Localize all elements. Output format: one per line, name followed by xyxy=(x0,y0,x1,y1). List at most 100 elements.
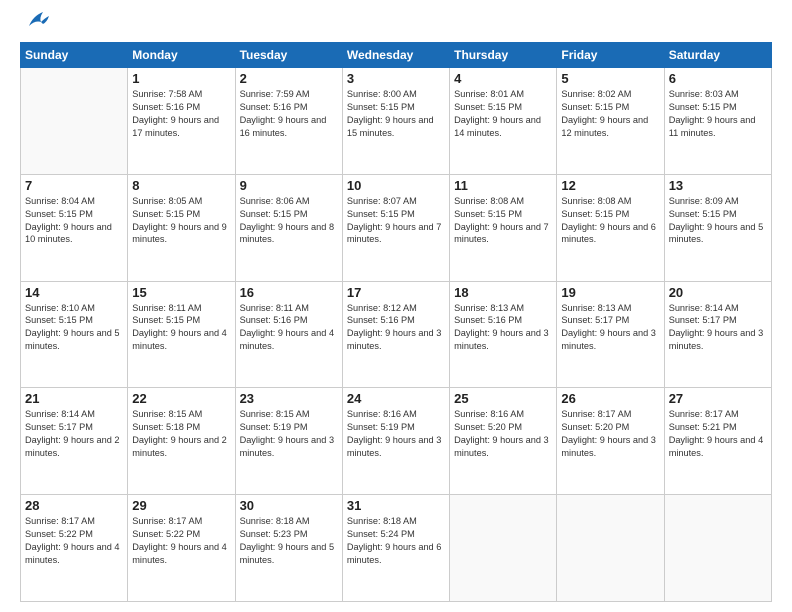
day-number: 19 xyxy=(561,285,659,300)
calendar-cell: 26 Sunrise: 8:17 AM Sunset: 5:20 PM Dayli… xyxy=(557,388,664,495)
day-info: Sunrise: 8:17 AM Sunset: 5:20 PM Dayligh… xyxy=(561,408,659,460)
day-info: Sunrise: 7:59 AM Sunset: 5:16 PM Dayligh… xyxy=(240,88,338,140)
page: SundayMondayTuesdayWednesdayThursdayFrid… xyxy=(0,0,792,612)
day-number: 30 xyxy=(240,498,338,513)
day-info: Sunrise: 8:07 AM Sunset: 5:15 PM Dayligh… xyxy=(347,195,445,247)
calendar-cell: 16 Sunrise: 8:11 AM Sunset: 5:16 PM Dayli… xyxy=(235,281,342,388)
calendar-day-header: Tuesday xyxy=(235,43,342,68)
calendar-cell: 31Sunrise: 8:18 AM Sunset: 5:24 PM Dayli… xyxy=(342,495,449,602)
day-info: Sunrise: 8:14 AM Sunset: 5:17 PM Dayligh… xyxy=(669,302,767,354)
day-number: 8 xyxy=(132,178,230,193)
day-number: 17 xyxy=(347,285,445,300)
day-info: Sunrise: 8:15 AM Sunset: 5:18 PM Dayligh… xyxy=(132,408,230,460)
calendar-day-header: Sunday xyxy=(21,43,128,68)
calendar-cell: 19 Sunrise: 8:13 AM Sunset: 5:17 PM Dayli… xyxy=(557,281,664,388)
day-number: 18 xyxy=(454,285,552,300)
header xyxy=(20,18,772,32)
calendar-cell: 6 Sunrise: 8:03 AM Sunset: 5:15 PM Daylig… xyxy=(664,68,771,175)
calendar-day-header: Friday xyxy=(557,43,664,68)
calendar-cell: 7Sunrise: 8:04 AM Sunset: 5:15 PM Daylig… xyxy=(21,174,128,281)
day-number: 9 xyxy=(240,178,338,193)
day-number: 7 xyxy=(25,178,123,193)
day-info: Sunrise: 8:18 AM Sunset: 5:23 PM Dayligh… xyxy=(240,515,338,567)
day-number: 12 xyxy=(561,178,659,193)
day-number: 11 xyxy=(454,178,552,193)
calendar-cell xyxy=(664,495,771,602)
day-number: 16 xyxy=(240,285,338,300)
logo-bird-icon xyxy=(23,8,51,32)
day-info: Sunrise: 8:14 AM Sunset: 5:17 PM Dayligh… xyxy=(25,408,123,460)
calendar-cell: 29 Sunrise: 8:17 AM Sunset: 5:22 PM Dayli… xyxy=(128,495,235,602)
day-info: Sunrise: 8:08 AM Sunset: 5:15 PM Dayligh… xyxy=(454,195,552,247)
day-number: 3 xyxy=(347,71,445,86)
calendar-cell: 21 Sunrise: 8:14 AM Sunset: 5:17 PM Dayli… xyxy=(21,388,128,495)
calendar-cell: 3Sunrise: 8:00 AM Sunset: 5:15 PM Daylig… xyxy=(342,68,449,175)
day-number: 25 xyxy=(454,391,552,406)
day-number: 22 xyxy=(132,391,230,406)
calendar-week-row: 7Sunrise: 8:04 AM Sunset: 5:15 PM Daylig… xyxy=(21,174,772,281)
day-number: 14 xyxy=(25,285,123,300)
day-info: Sunrise: 8:11 AM Sunset: 5:15 PM Dayligh… xyxy=(132,302,230,354)
day-info: Sunrise: 8:01 AM Sunset: 5:15 PM Dayligh… xyxy=(454,88,552,140)
day-info: Sunrise: 8:17 AM Sunset: 5:21 PM Dayligh… xyxy=(669,408,767,460)
day-number: 28 xyxy=(25,498,123,513)
day-info: Sunrise: 8:15 AM Sunset: 5:19 PM Dayligh… xyxy=(240,408,338,460)
calendar-day-header: Wednesday xyxy=(342,43,449,68)
calendar-cell xyxy=(21,68,128,175)
calendar-cell: 2 Sunrise: 7:59 AM Sunset: 5:16 PM Daylig… xyxy=(235,68,342,175)
calendar-cell xyxy=(557,495,664,602)
day-info: Sunrise: 8:17 AM Sunset: 5:22 PM Dayligh… xyxy=(132,515,230,567)
calendar-cell: 14Sunrise: 8:10 AM Sunset: 5:15 PM Dayli… xyxy=(21,281,128,388)
calendar-header-row: SundayMondayTuesdayWednesdayThursdayFrid… xyxy=(21,43,772,68)
calendar-cell: 13 Sunrise: 8:09 AM Sunset: 5:15 PM Dayli… xyxy=(664,174,771,281)
calendar-cell: 20 Sunrise: 8:14 AM Sunset: 5:17 PM Dayli… xyxy=(664,281,771,388)
calendar-cell: 4 Sunrise: 8:01 AM Sunset: 5:15 PM Daylig… xyxy=(450,68,557,175)
day-info: Sunrise: 8:02 AM Sunset: 5:15 PM Dayligh… xyxy=(561,88,659,140)
calendar-week-row: 14Sunrise: 8:10 AM Sunset: 5:15 PM Dayli… xyxy=(21,281,772,388)
day-number: 20 xyxy=(669,285,767,300)
day-number: 27 xyxy=(669,391,767,406)
day-number: 29 xyxy=(132,498,230,513)
day-number: 31 xyxy=(347,498,445,513)
day-number: 21 xyxy=(25,391,123,406)
calendar-cell: 5 Sunrise: 8:02 AM Sunset: 5:15 PM Daylig… xyxy=(557,68,664,175)
calendar-week-row: 28 Sunrise: 8:17 AM Sunset: 5:22 PM Dayli… xyxy=(21,495,772,602)
calendar-cell: 17 Sunrise: 8:12 AM Sunset: 5:16 PM Dayli… xyxy=(342,281,449,388)
calendar-week-row: 21 Sunrise: 8:14 AM Sunset: 5:17 PM Dayli… xyxy=(21,388,772,495)
day-info: Sunrise: 8:13 AM Sunset: 5:16 PM Dayligh… xyxy=(454,302,552,354)
day-info: Sunrise: 7:58 AM Sunset: 5:16 PM Dayligh… xyxy=(132,88,230,140)
day-number: 10 xyxy=(347,178,445,193)
day-number: 26 xyxy=(561,391,659,406)
day-info: Sunrise: 8:05 AM Sunset: 5:15 PM Dayligh… xyxy=(132,195,230,247)
calendar-cell: 24Sunrise: 8:16 AM Sunset: 5:19 PM Dayli… xyxy=(342,388,449,495)
calendar-cell xyxy=(450,495,557,602)
calendar-day-header: Monday xyxy=(128,43,235,68)
calendar-cell: 11 Sunrise: 8:08 AM Sunset: 5:15 PM Dayli… xyxy=(450,174,557,281)
day-info: Sunrise: 8:12 AM Sunset: 5:16 PM Dayligh… xyxy=(347,302,445,354)
day-number: 5 xyxy=(561,71,659,86)
calendar-cell: 12Sunrise: 8:08 AM Sunset: 5:15 PM Dayli… xyxy=(557,174,664,281)
calendar-cell: 18 Sunrise: 8:13 AM Sunset: 5:16 PM Dayli… xyxy=(450,281,557,388)
calendar-cell: 25 Sunrise: 8:16 AM Sunset: 5:20 PM Dayli… xyxy=(450,388,557,495)
day-info: Sunrise: 8:11 AM Sunset: 5:16 PM Dayligh… xyxy=(240,302,338,354)
day-number: 4 xyxy=(454,71,552,86)
day-info: Sunrise: 8:06 AM Sunset: 5:15 PM Dayligh… xyxy=(240,195,338,247)
calendar-cell: 8 Sunrise: 8:05 AM Sunset: 5:15 PM Daylig… xyxy=(128,174,235,281)
calendar-cell: 1Sunrise: 7:58 AM Sunset: 5:16 PM Daylig… xyxy=(128,68,235,175)
calendar-week-row: 1Sunrise: 7:58 AM Sunset: 5:16 PM Daylig… xyxy=(21,68,772,175)
calendar-cell: 30 Sunrise: 8:18 AM Sunset: 5:23 PM Dayli… xyxy=(235,495,342,602)
day-number: 23 xyxy=(240,391,338,406)
calendar-cell: 27 Sunrise: 8:17 AM Sunset: 5:21 PM Dayli… xyxy=(664,388,771,495)
calendar-day-header: Thursday xyxy=(450,43,557,68)
day-info: Sunrise: 8:13 AM Sunset: 5:17 PM Dayligh… xyxy=(561,302,659,354)
day-info: Sunrise: 8:09 AM Sunset: 5:15 PM Dayligh… xyxy=(669,195,767,247)
day-number: 6 xyxy=(669,71,767,86)
day-number: 13 xyxy=(669,178,767,193)
calendar-cell: 22 Sunrise: 8:15 AM Sunset: 5:18 PM Dayli… xyxy=(128,388,235,495)
day-info: Sunrise: 8:16 AM Sunset: 5:20 PM Dayligh… xyxy=(454,408,552,460)
day-number: 2 xyxy=(240,71,338,86)
calendar-cell: 10 Sunrise: 8:07 AM Sunset: 5:15 PM Dayli… xyxy=(342,174,449,281)
calendar-cell: 28 Sunrise: 8:17 AM Sunset: 5:22 PM Dayli… xyxy=(21,495,128,602)
day-info: Sunrise: 8:17 AM Sunset: 5:22 PM Dayligh… xyxy=(25,515,123,567)
day-info: Sunrise: 8:03 AM Sunset: 5:15 PM Dayligh… xyxy=(669,88,767,140)
